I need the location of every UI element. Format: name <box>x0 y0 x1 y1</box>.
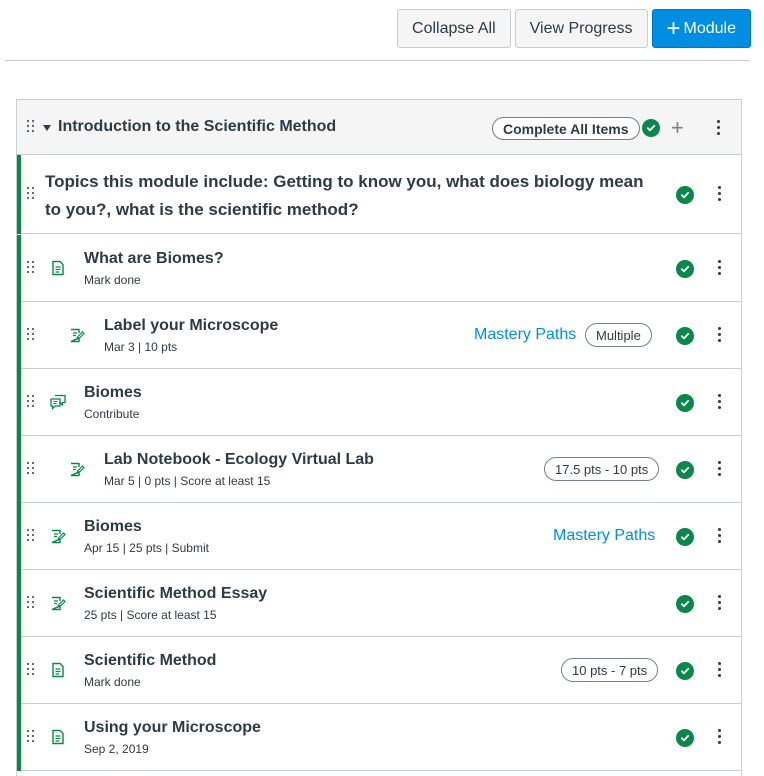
toolbar-divider <box>5 60 750 61</box>
module-item[interactable]: Using your Microscope Sep 2, 2019 <box>17 704 741 771</box>
module-options-kebab-icon[interactable] <box>717 120 721 136</box>
completion-bar <box>17 436 21 503</box>
plus-icon: + <box>666 14 681 42</box>
module-container: Introduction to the Scientific Method Co… <box>16 99 742 776</box>
item-meta: Sep 2, 2019 <box>84 742 149 756</box>
collapse-caret-icon[interactable] <box>43 125 51 131</box>
item-title-link[interactable]: What are Biomes? <box>84 250 224 268</box>
item-options-kebab-icon[interactable] <box>718 461 722 477</box>
drag-handle-icon[interactable] <box>27 328 35 342</box>
module-item[interactable]: Label your Microscope Mar 3 | 10 pts Mas… <box>17 302 741 369</box>
item-title-link[interactable]: Biomes <box>84 518 142 536</box>
add-item-icon[interactable]: + <box>671 117 684 139</box>
item-title-link[interactable]: Using your Microscope <box>84 719 261 737</box>
item-meta: Mar 5 | 0 pts | Score at least 15 <box>104 474 271 488</box>
module-toolbar: Collapse All View Progress + Module <box>397 9 751 48</box>
score-range-badge: 10 pts - 7 pts <box>561 658 659 682</box>
drag-handle-icon[interactable] <box>27 529 35 543</box>
score-range-badge: 17.5 pts - 10 pts <box>544 457 660 481</box>
drag-handle-icon[interactable] <box>27 395 35 409</box>
drag-handle-icon[interactable] <box>27 596 35 610</box>
assignment-icon <box>50 595 66 611</box>
drag-handle-icon[interactable] <box>27 663 35 677</box>
item-complete-check-icon <box>676 595 694 613</box>
item-meta: Mar 3 | 10 pts <box>104 340 178 354</box>
item-title-link[interactable]: Scientific Method Essay <box>84 585 267 603</box>
item-options-kebab-icon[interactable] <box>718 528 722 544</box>
item-title-link[interactable]: Scientific Method <box>84 652 216 670</box>
item-meta: Mark done <box>84 273 141 287</box>
module-item[interactable]: Lab Notebook - Ecology Virtual Lab Mar 5… <box>17 436 741 503</box>
assignment-icon <box>69 327 85 343</box>
item-complete-check-icon <box>676 662 694 680</box>
item-complete-check-icon <box>676 260 694 278</box>
collapse-all-button[interactable]: Collapse All <box>397 9 511 48</box>
completion-bar <box>17 570 21 637</box>
item-meta: 25 pts | Score at least 15 <box>84 608 217 622</box>
drag-handle-icon[interactable] <box>27 261 35 275</box>
text-header-title: Topics this module include: Getting to k… <box>45 172 644 219</box>
item-options-kebab-icon[interactable] <box>718 186 722 202</box>
drag-handle-icon[interactable] <box>27 120 35 134</box>
completion-bar <box>17 302 21 369</box>
item-options-kebab-icon[interactable] <box>718 327 722 343</box>
item-complete-check-icon <box>676 327 694 345</box>
module-complete-check-icon <box>642 119 660 137</box>
item-complete-check-icon <box>676 528 694 546</box>
item-options-kebab-icon[interactable] <box>718 260 722 276</box>
drag-handle-icon[interactable] <box>27 730 35 744</box>
item-complete-check-icon <box>676 461 694 479</box>
item-title-link[interactable]: Label your Microscope <box>104 317 278 335</box>
mastery-paths-badge: Multiple <box>585 323 652 347</box>
page-icon <box>50 662 66 678</box>
item-meta: Mark done <box>84 675 141 689</box>
item-complete-check-icon <box>676 729 694 747</box>
item-complete-check-icon <box>676 186 694 204</box>
item-options-kebab-icon[interactable] <box>718 394 722 410</box>
discussion-icon <box>50 394 66 410</box>
module-item[interactable]: Scientific Method Essay 25 pts | Score a… <box>17 570 741 637</box>
module-item[interactable]: Scientific Method Mark done 10 pts - 7 p… <box>17 637 741 704</box>
completion-bar <box>17 155 21 234</box>
module-header[interactable]: Introduction to the Scientific Method Co… <box>17 100 741 155</box>
completion-bar <box>17 369 21 436</box>
module-item[interactable]: What are Biomes? Mark done <box>17 235 741 302</box>
add-module-label: Module <box>683 19 736 37</box>
assignment-icon <box>69 461 85 477</box>
mastery-paths-link[interactable]: Mastery Paths <box>553 527 655 545</box>
add-module-button[interactable]: + Module <box>651 9 751 48</box>
mastery-paths-link[interactable]: Mastery Paths <box>474 326 576 344</box>
page-icon <box>50 260 66 276</box>
item-options-kebab-icon[interactable] <box>718 662 722 678</box>
module-item[interactable]: Biomes Contribute <box>17 369 741 436</box>
completion-bar <box>17 235 21 302</box>
item-meta: Apr 15 | 25 pts | Submit <box>84 541 209 555</box>
item-title-link[interactable]: Biomes <box>84 384 142 402</box>
item-meta: Contribute <box>84 407 140 421</box>
complete-all-items-badge: Complete All Items <box>492 117 640 140</box>
view-progress-button[interactable]: View Progress <box>514 9 648 48</box>
completion-bar <box>17 704 21 771</box>
item-options-kebab-icon[interactable] <box>718 729 722 745</box>
completion-bar <box>17 503 21 570</box>
module-item[interactable]: Biomes Apr 15 | 25 pts | Submit Mastery … <box>17 503 741 570</box>
item-options-kebab-icon[interactable] <box>718 595 722 611</box>
item-complete-check-icon <box>676 394 694 412</box>
completion-bar <box>17 637 21 704</box>
module-item-text-header: Topics this module include: Getting to k… <box>17 155 741 234</box>
item-title-link[interactable]: Lab Notebook - Ecology Virtual Lab <box>104 451 374 469</box>
drag-handle-icon[interactable] <box>27 462 35 476</box>
assignment-icon <box>50 528 66 544</box>
module-title: Introduction to the Scientific Method <box>58 118 337 135</box>
page-icon <box>50 729 66 745</box>
drag-handle-icon[interactable] <box>27 187 35 201</box>
